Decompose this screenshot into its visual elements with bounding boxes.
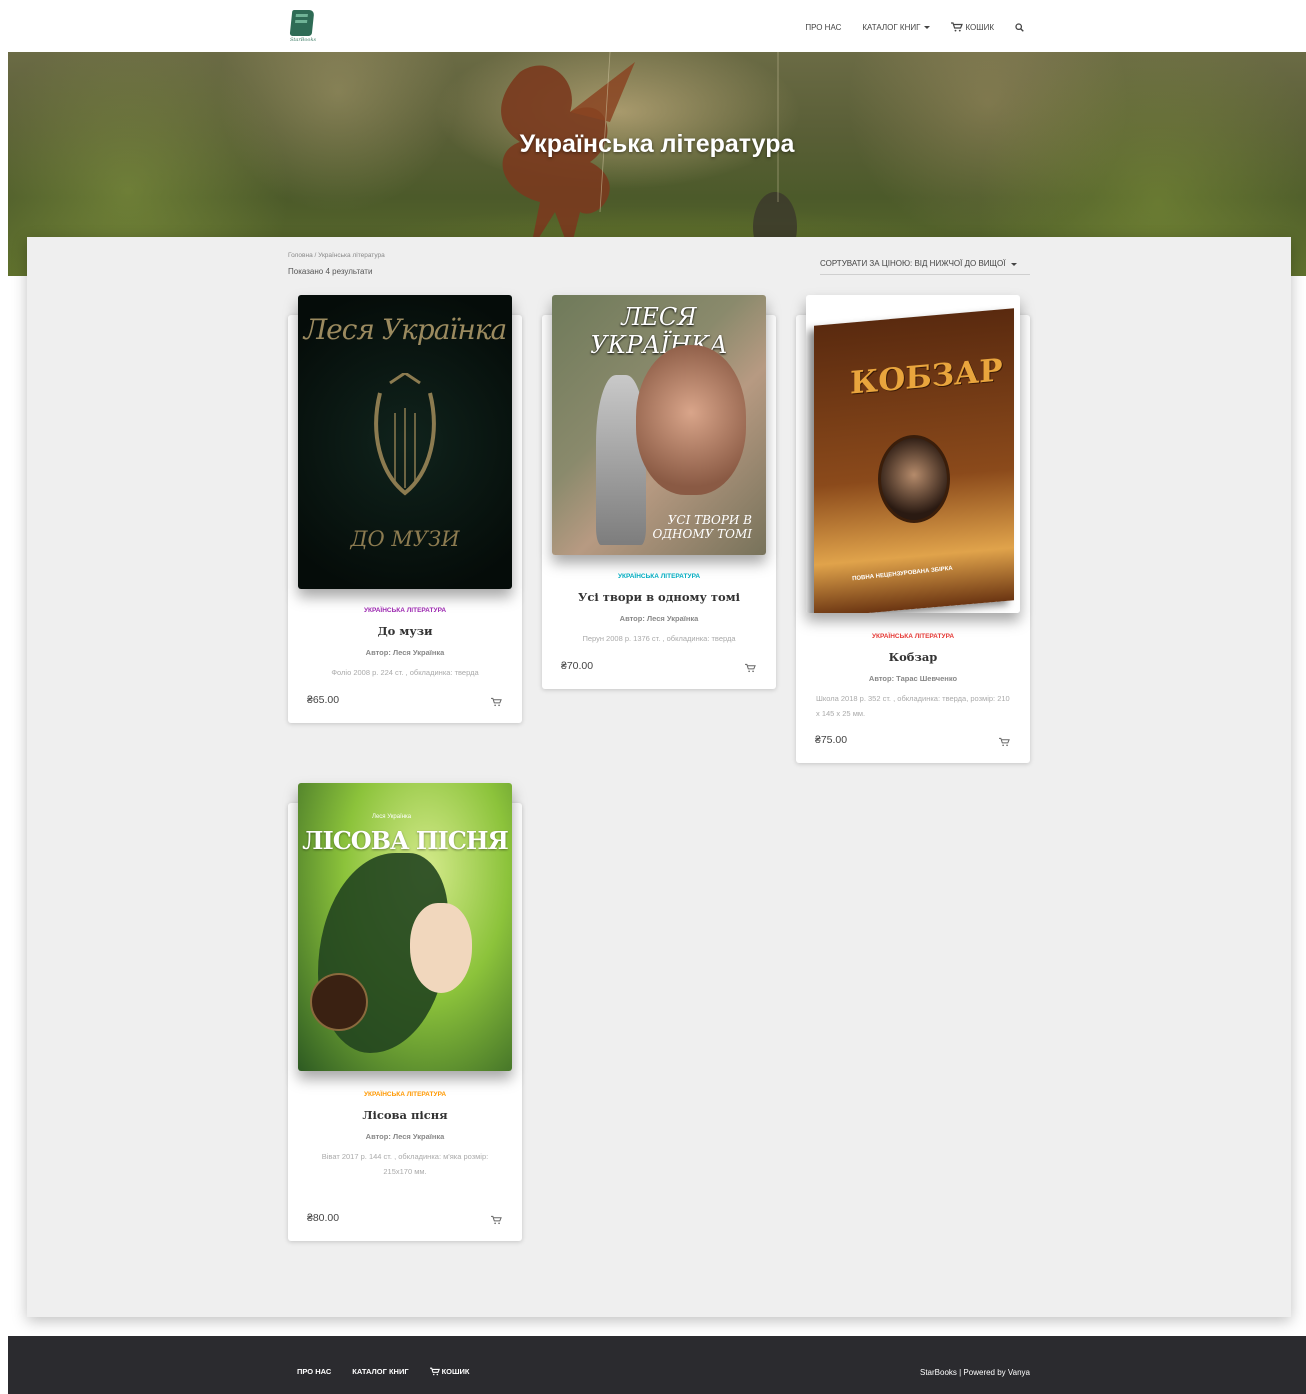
footer-link-label: Каталог книг: [352, 1367, 409, 1376]
book-cover-image[interactable]: КОБЗАР ПОВНА НЕЦЕНЗУРОВАНА ЗБІРКА: [806, 295, 1020, 613]
product-card[interactable]: Леся Українка ДО МУЗИ Українська літерат…: [288, 295, 522, 723]
product-category[interactable]: Українська література: [288, 607, 522, 614]
product-category[interactable]: Українська література: [796, 633, 1030, 640]
nav-item-catalog[interactable]: Каталог книг: [862, 22, 931, 32]
cover-title: ЛІСОВА ПІСНЯ: [302, 826, 508, 855]
logo-book-icon: [289, 10, 315, 36]
site-header: StarBooks Про нас Каталог книг Кошик: [0, 0, 1306, 52]
search-icon: [1015, 22, 1024, 32]
book-cover-image[interactable]: ЛЕСЯ УКРАЇНКА УСІ ТВОРИ В ОДНОМУ ТОМІ: [552, 295, 766, 555]
product-author: Автор: Леся Українка: [619, 614, 699, 623]
footer-credit: StarBooks | Powered by Vanya: [920, 1368, 1030, 1377]
face-illustration: [410, 903, 472, 993]
nav-item-label: Про нас: [805, 22, 842, 32]
breadcrumb[interactable]: Головна / Українська література: [288, 252, 385, 259]
nav-item-about[interactable]: Про нас: [805, 23, 841, 32]
portrait-image: [636, 345, 746, 495]
product-author: Автор: Леся Українка: [365, 1132, 445, 1141]
cover-pretitle: Леся Українка: [372, 814, 412, 820]
product-price: ₴70.00: [561, 660, 594, 672]
cart-icon: [951, 22, 964, 32]
logo[interactable]: StarBooks: [286, 10, 320, 46]
cover-subtitle: УСІ ТВОРИ В ОДНОМУ ТОМІ: [652, 513, 752, 541]
footer-link-about[interactable]: Про нас: [297, 1367, 331, 1376]
result-count: Показано 4 результати: [288, 267, 373, 276]
award-seal-icon: [310, 973, 368, 1031]
footer-link-catalog[interactable]: Каталог книг: [352, 1367, 408, 1376]
page-title: Українська література: [519, 130, 795, 158]
cover-title: ЛЕСЯ УКРАЇНКА: [590, 303, 728, 359]
product-category[interactable]: Українська література: [288, 1091, 522, 1098]
portrait-image: [878, 435, 950, 523]
chevron-down-icon: [1010, 263, 1017, 266]
add-to-cart-icon[interactable]: [491, 694, 502, 707]
product-description: Школа 2018 р. 352 ст. , обкладинка: твер…: [816, 694, 1010, 718]
product-author: Автор: Леся Українка: [365, 648, 445, 657]
add-to-cart-icon[interactable]: [745, 660, 756, 673]
chevron-down-icon: [924, 25, 931, 29]
search-button[interactable]: [1015, 22, 1024, 32]
add-to-cart-icon[interactable]: [491, 1212, 502, 1225]
product-description: Фоліо 2008 р. 224 ст. , обкладинка: твер…: [331, 668, 479, 677]
shop-panel: Головна / Українська література Показано…: [27, 237, 1291, 1317]
nav-item-label: Каталог книг: [862, 22, 921, 32]
nav-item-label: Кошик: [965, 22, 994, 32]
footer-link-cart[interactable]: Кошик: [429, 1367, 470, 1376]
product-title[interactable]: Кобзар: [796, 650, 1030, 664]
product-author: Автор: Тарас Шевченко: [868, 674, 958, 683]
cart-icon: [429, 1367, 440, 1376]
product-price: ₴75.00: [815, 734, 848, 746]
cover-title: Леся Українка: [303, 313, 507, 346]
sort-label: Сортувати за ціною: від нижчої до вищої: [820, 259, 1006, 268]
logo-text: StarBooks: [289, 37, 317, 43]
product-category[interactable]: Українська література: [542, 573, 776, 580]
footer-link-label: Про нас: [297, 1367, 332, 1376]
product-price: ₴65.00: [307, 694, 340, 706]
footer-link-label: Кошик: [441, 1367, 470, 1376]
cover-subtitle: ДО МУЗИ: [350, 527, 460, 551]
product-description: Перун 2008 р. 1376 ст. , обкладинка: тве…: [582, 634, 736, 643]
product-price: ₴80.00: [307, 1212, 340, 1224]
add-to-cart-icon[interactable]: [999, 734, 1010, 747]
main-nav: Про нас Каталог книг Кошик: [784, 22, 1024, 32]
product-card[interactable]: КОБЗАР ПОВНА НЕЦЕНЗУРОВАНА ЗБІРКА Україн…: [796, 295, 1030, 763]
product-card[interactable]: Леся Українка ЛІСОВА ПІСНЯ Українська лі…: [288, 783, 522, 1241]
site-footer: Про нас Каталог книг Кошик StarBooks | P…: [8, 1336, 1306, 1394]
product-title[interactable]: До музи: [288, 624, 522, 638]
footer-nav: Про нас Каталог книг Кошик: [297, 1367, 491, 1376]
nav-item-cart[interactable]: Кошик: [951, 22, 994, 32]
book-cover-image[interactable]: Леся Українка ДО МУЗИ: [298, 295, 512, 589]
product-title[interactable]: Лісова пісня: [288, 1108, 522, 1122]
sort-dropdown[interactable]: Сортувати за ціною: від нижчої до вищої: [820, 259, 1030, 275]
product-description: Віват 2017 р. 144 ст. , обкладинка: м'як…: [321, 1152, 489, 1176]
book-cover-image[interactable]: Леся Українка ЛІСОВА ПІСНЯ: [298, 783, 512, 1071]
lyre-icon: [374, 373, 436, 496]
product-title[interactable]: Усі твори в одному томі: [542, 590, 776, 604]
product-card[interactable]: ЛЕСЯ УКРАЇНКА УСІ ТВОРИ В ОДНОМУ ТОМІ Ук…: [542, 295, 776, 689]
